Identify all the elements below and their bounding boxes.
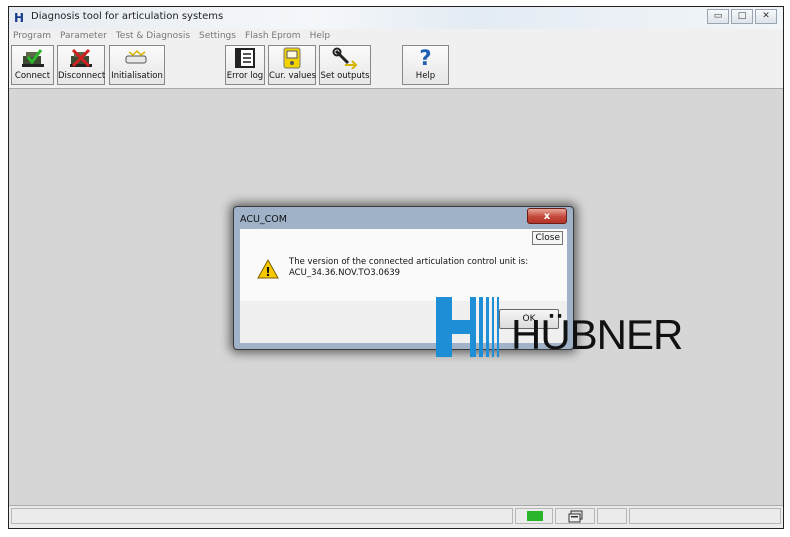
device-icon bbox=[568, 510, 583, 523]
menu-program[interactable]: Program bbox=[13, 29, 51, 43]
toolbar: Connect Disconnect Initialisation Error … bbox=[9, 43, 783, 89]
initialisation-label: Initialisation bbox=[111, 71, 163, 81]
connect-button[interactable]: Connect bbox=[11, 45, 54, 85]
menu-bar: Program Parameter Test & Diagnosis Setti… bbox=[9, 29, 783, 43]
initialisation-button[interactable]: Initialisation bbox=[109, 45, 165, 85]
dialog-message-line1: The version of the connected articulatio… bbox=[289, 257, 529, 267]
dialog-close-x-button[interactable]: x bbox=[527, 208, 567, 224]
menu-test-diagnosis[interactable]: Test & Diagnosis bbox=[116, 29, 190, 43]
status-cell-device bbox=[555, 508, 595, 524]
status-cell-right bbox=[629, 508, 781, 524]
dialog-message-line2: ACU_34.36.NOV.TO3.0639 bbox=[289, 268, 401, 278]
connection-indicator bbox=[527, 511, 543, 521]
initialisation-icon bbox=[110, 46, 164, 70]
disconnect-icon bbox=[58, 46, 104, 70]
error-log-icon bbox=[226, 46, 264, 70]
help-icon: ? bbox=[403, 46, 448, 70]
title-bar[interactable]: H Diagnosis tool for articulation system… bbox=[9, 7, 783, 29]
error-log-button[interactable]: Error log bbox=[225, 45, 265, 85]
help-button[interactable]: ? Help bbox=[402, 45, 449, 85]
main-window: H Diagnosis tool for articulation system… bbox=[8, 6, 784, 529]
connect-icon bbox=[12, 46, 53, 70]
warning-glyph: ! bbox=[265, 265, 270, 279]
help-glyph: ? bbox=[419, 46, 432, 70]
dialog-body: Close ! The version of the connected art… bbox=[240, 229, 567, 301]
status-cell-connection bbox=[515, 508, 553, 524]
dialog-close-button[interactable]: Close bbox=[532, 231, 563, 245]
close-window-button[interactable]: ✕ bbox=[755, 9, 777, 24]
menu-flash-eprom[interactable]: Flash Eprom bbox=[245, 29, 301, 43]
set-outputs-label: Set outputs bbox=[320, 71, 370, 81]
help-label: Help bbox=[415, 71, 436, 81]
status-bar bbox=[9, 505, 783, 528]
current-values-label: Cur. values bbox=[269, 71, 317, 81]
minimize-button[interactable]: ▭ bbox=[707, 9, 729, 24]
window-title: Diagnosis tool for articulation systems bbox=[31, 11, 224, 22]
current-values-button[interactable]: Cur. values bbox=[268, 45, 316, 85]
set-outputs-button[interactable]: Set outputs bbox=[319, 45, 371, 85]
hubner-logo-mark bbox=[436, 297, 504, 361]
disconnect-label: Disconnect bbox=[58, 71, 106, 81]
brand-name: HÜBNER bbox=[511, 311, 683, 358]
dialog-message: The version of the connected articulatio… bbox=[289, 257, 528, 279]
status-cell-empty bbox=[597, 508, 627, 524]
menu-settings[interactable]: Settings bbox=[199, 29, 236, 43]
menu-parameter[interactable]: Parameter bbox=[60, 29, 107, 43]
status-cell-main bbox=[11, 508, 513, 524]
app-logo-icon: H bbox=[14, 11, 24, 25]
menu-help[interactable]: Help bbox=[310, 29, 331, 43]
warning-icon: ! bbox=[257, 258, 279, 283]
error-log-label: Error log bbox=[226, 71, 264, 81]
connect-label: Connect bbox=[14, 71, 51, 81]
maximize-button[interactable]: □ bbox=[731, 9, 753, 24]
current-values-icon bbox=[269, 46, 315, 70]
set-outputs-icon bbox=[320, 46, 370, 70]
disconnect-button[interactable]: Disconnect bbox=[57, 45, 105, 85]
dialog-title: ACU_COM bbox=[240, 214, 287, 225]
window-controls: ▭ □ ✕ bbox=[707, 9, 777, 24]
